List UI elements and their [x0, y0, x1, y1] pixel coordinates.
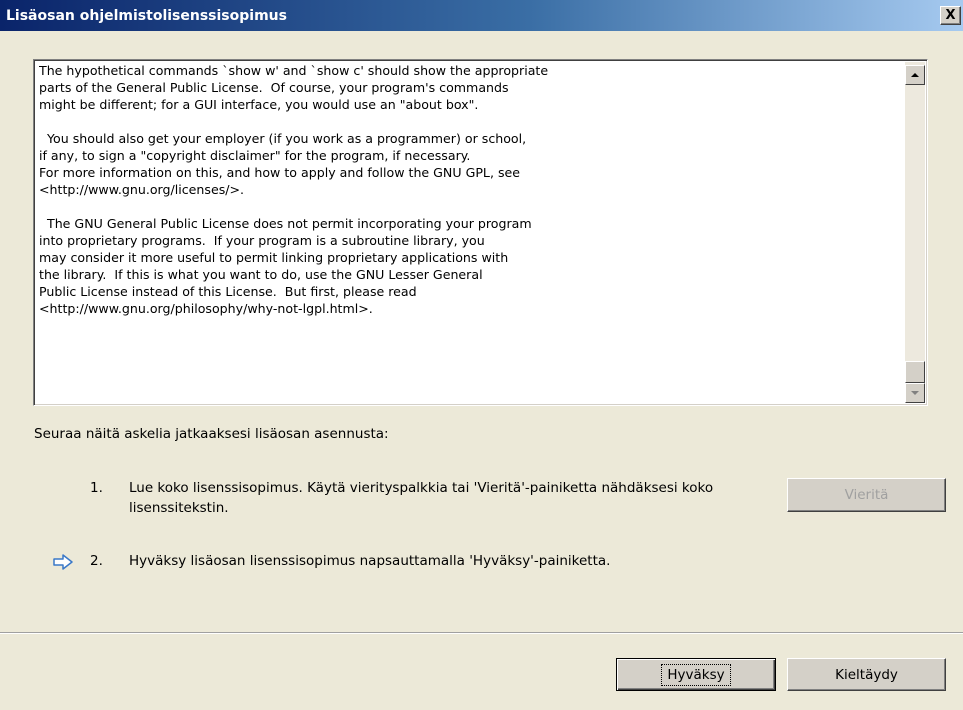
window-title: Lisäosan ohjelmistolisenssisopimus [6, 7, 287, 24]
scroll-up-button[interactable] [905, 65, 925, 85]
decline-button[interactable]: Kieltäydy [787, 658, 946, 691]
step-2-text: Hyväksy lisäosan lisenssisopimus napsaut… [129, 553, 611, 569]
step-1-number: 1. [90, 480, 103, 496]
close-icon: X [945, 8, 956, 23]
instructions-heading: Seuraa näitä askelia jatkaaksesi lisäosa… [34, 426, 389, 442]
arrow-down-icon [911, 391, 919, 395]
step-2-number: 2. [90, 553, 103, 569]
scroll-down-button[interactable] [905, 383, 925, 403]
vertical-scrollbar[interactable] [905, 62, 925, 403]
accept-button[interactable]: Hyväksy [616, 658, 776, 691]
scrollbar-thumb[interactable] [905, 361, 925, 383]
step-1-text: Lue koko lisenssisopimus. Käytä vieritys… [129, 480, 714, 516]
license-text: The hypothetical commands `show w' and `… [39, 63, 549, 316]
separator [0, 632, 963, 634]
arrow-up-icon [911, 73, 919, 77]
close-button[interactable]: X [940, 6, 961, 25]
accept-button-label: Hyväksy [661, 663, 731, 686]
license-text-box[interactable]: The hypothetical commands `show w' and `… [33, 59, 928, 406]
arrow-right-icon [53, 554, 73, 570]
scroll-button[interactable]: Vieritä [787, 478, 946, 512]
title-bar: Lisäosan ohjelmistolisenssisopimus X [0, 0, 963, 31]
